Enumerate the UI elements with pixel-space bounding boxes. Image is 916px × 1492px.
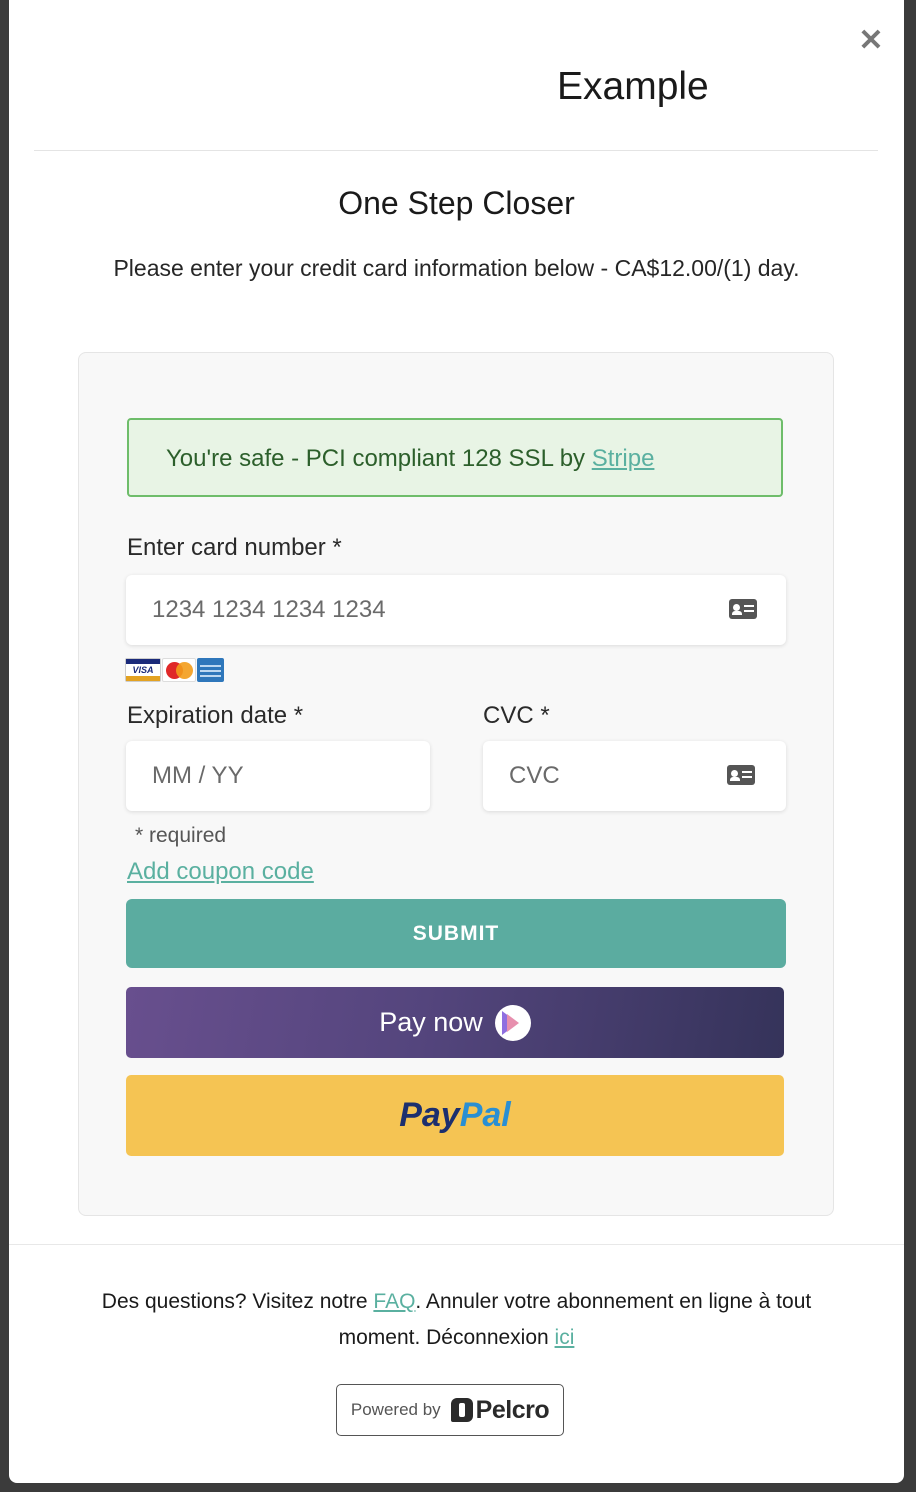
cvc-placeholder: CVC [509, 762, 560, 789]
cvc-input[interactable]: CVC [483, 741, 786, 811]
pelcro-mark-icon [450, 1398, 473, 1422]
stripe-link[interactable]: Stripe [592, 445, 655, 472]
step-title: One Step Closer [338, 185, 575, 221]
arrow-logo-icon [494, 1004, 531, 1041]
card-icon [727, 765, 755, 785]
footer-text: Des questions? Visitez notre FAQ. Annule… [79, 1284, 834, 1356]
step-description: Please enter your credit card informatio… [113, 255, 800, 281]
payment-form-panel: You're safe - PCI compliant 128 SSL by S… [78, 352, 834, 1216]
paypal-logo-pay: Pay [399, 1096, 460, 1134]
pay-now-label: Pay now [379, 1007, 483, 1037]
security-notice: You're safe - PCI compliant 128 SSL by S… [127, 418, 783, 497]
expiration-label: Expiration date * [127, 702, 304, 729]
pelcro-brand-text: Pelcro [475, 1395, 550, 1424]
pelcro-logo: Pelcro [450, 1395, 550, 1425]
footer-divider [9, 1244, 904, 1245]
mastercard-icon [162, 658, 196, 682]
expiration-input[interactable]: MM / YY [126, 741, 430, 811]
logout-link[interactable]: ici [555, 1326, 575, 1349]
footer-text-part-1: Des questions? Visitez notre [101, 1290, 374, 1313]
site-title: Example [557, 65, 709, 108]
card-number-input[interactable]: 1234 1234 1234 1234 [126, 575, 786, 645]
powered-by-label: Powered by [350, 1400, 441, 1419]
paypal-button[interactable]: PayPal [126, 1075, 784, 1156]
subscription-modal: ✕ Example One Step Closer Please enter y… [9, 0, 904, 1483]
amex-icon [197, 658, 224, 682]
card-number-label: Enter card number * [127, 534, 342, 561]
add-coupon-link[interactable]: Add coupon code [127, 856, 314, 888]
paypal-logo-pal: Pal [459, 1096, 511, 1134]
submit-button[interactable]: SUBMIT [126, 899, 786, 968]
cvc-label: CVC * [483, 702, 550, 729]
close-icon[interactable]: ✕ [857, 26, 885, 56]
powered-by-badge[interactable]: Powered by Pelcro [336, 1384, 564, 1436]
pay-now-button[interactable]: Pay now [126, 987, 784, 1058]
security-notice-text: You're safe - PCI compliant 128 SSL by [166, 445, 592, 472]
header-divider [34, 150, 878, 151]
visa-icon: VISA [125, 658, 161, 682]
expiration-placeholder: MM / YY [152, 762, 244, 789]
card-number-placeholder: 1234 1234 1234 1234 [152, 596, 386, 623]
faq-link[interactable]: FAQ [373, 1290, 415, 1313]
required-note: * required [135, 824, 227, 847]
card-icon [729, 599, 757, 619]
